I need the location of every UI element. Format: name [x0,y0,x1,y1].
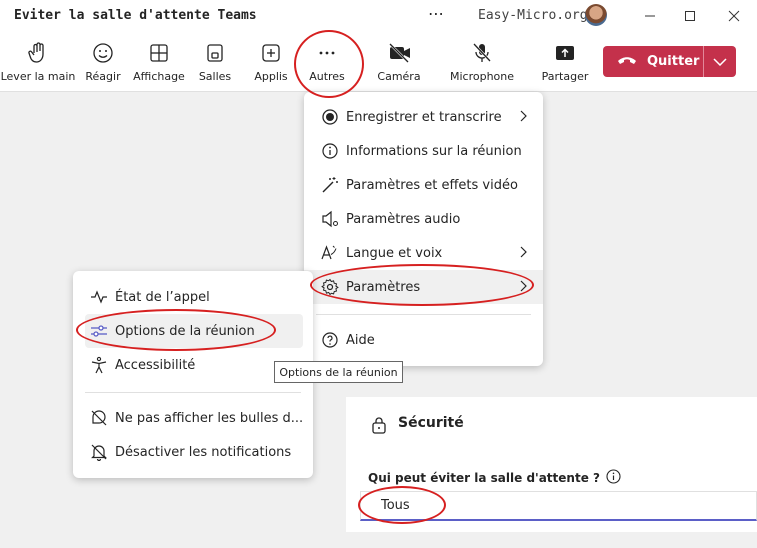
react-label: Réagir [85,70,121,83]
grid-icon [148,42,170,64]
menu-item-label: Désactiver les notifications [115,444,292,460]
more-menu: Enregistrer et transcrire Informations s… [304,92,543,366]
view-label: Affichage [133,70,185,83]
menu-item-label: Paramètres audio [346,211,461,227]
rooms-icon [204,42,226,64]
security-panel: Sécurité Qui peut éviter la salle d'atte… [346,397,757,532]
menu-divider [316,314,531,315]
org-name: Easy-Micro.org [478,8,588,23]
leave-label: Quitter [647,54,700,69]
menu-item-label: Paramètres et effets vidéo [346,177,518,193]
lobby-bypass-selected: Tous [381,498,410,513]
menu-item-video-effects[interactable]: Paramètres et effets vidéo [304,168,543,202]
help-icon [320,330,340,350]
maximize-icon[interactable] [680,6,700,26]
leave-main[interactable]: Quitter [603,46,703,77]
menu-item-label: Options de la réunion [115,323,255,339]
menu-item-meeting-info[interactable]: Informations sur la réunion [304,134,543,168]
camera-off-icon [388,42,410,64]
menu-divider [85,392,301,393]
chevron-right-icon [519,110,527,126]
camera-button[interactable]: Caméra [364,42,434,83]
share-label: Partager [541,70,589,83]
leave-options-chevron-icon[interactable] [704,46,736,77]
microphone-label: Microphone [449,70,515,83]
menu-item-settings[interactable]: Paramètres [304,270,543,304]
chat-off-icon [89,408,109,428]
gear-icon [320,277,340,297]
close-icon[interactable] [724,6,744,26]
chevron-right-icon [519,246,527,262]
magic-wand-icon [320,175,340,195]
bell-off-icon [89,442,109,462]
tooltip: Options de la réunion [274,361,403,383]
lobby-bypass-label: Qui peut éviter la salle d'attente ? [368,469,621,487]
menu-item-label: Paramètres [346,279,421,295]
language-icon [320,243,340,263]
info-icon [320,141,340,161]
menu-item-record[interactable]: Enregistrer et transcrire [304,100,543,134]
menu-item-label: Langue et voix [346,245,443,261]
lock-icon [371,416,387,438]
hand-icon [27,42,49,64]
minimize-icon[interactable] [640,6,660,26]
menu-item-label: Accessibilité [115,357,196,373]
record-icon [320,107,340,127]
raise-hand-label: Lever la main [0,70,76,83]
more-button[interactable]: Autres [292,42,362,83]
menu-item-label: Ne pas afficher les bulles d... [115,410,304,426]
pulse-icon [89,287,109,307]
avatar[interactable] [585,4,607,26]
security-title: Sécurité [398,415,464,431]
speaker-settings-icon [320,209,340,229]
menu-item-label: Enregistrer et transcrire [346,109,502,125]
mic-off-icon [471,42,493,64]
share-button[interactable]: Partager [530,42,600,83]
menu-item-call-health[interactable]: État de l’appel [73,280,313,314]
menu-item-label: Informations sur la réunion [346,143,522,159]
menu-item-label: Aide [346,332,375,348]
share-icon [554,42,576,64]
phone-hangup-icon [617,54,637,70]
smiley-icon [92,42,114,64]
title-bar: Eviter la salle d'attente Teams ⋯ Easy-M… [0,0,757,32]
camera-label: Caméra [377,70,421,83]
window-more-button[interactable]: ⋯ [428,4,445,23]
lobby-bypass-question: Qui peut éviter la salle d'attente ? [368,471,600,485]
more-label: Autres [309,70,345,83]
menu-item-hide-bubbles[interactable]: Ne pas afficher les bulles d... [73,401,313,435]
leave-button[interactable]: Quitter [603,46,736,77]
info-icon[interactable] [606,469,621,487]
sliders-icon [89,321,109,341]
microphone-button[interactable]: Microphone [447,42,517,83]
menu-item-label: État de l’appel [115,289,210,305]
chevron-right-icon [519,280,527,296]
accessibility-icon [89,355,109,375]
more-dots-icon [316,42,338,64]
lobby-bypass-select[interactable]: Tous [360,491,757,521]
menu-item-disable-notifications[interactable]: Désactiver les notifications [73,435,313,469]
menu-item-help[interactable]: Aide [304,323,543,357]
menu-item-meeting-options[interactable]: Options de la réunion [85,314,303,348]
add-app-icon [260,42,282,64]
raise-hand-button[interactable]: Lever la main [0,42,76,83]
window-title: Eviter la salle d'attente Teams [14,8,257,23]
apps-label: Applis [254,70,288,83]
menu-item-language[interactable]: Langue et voix [304,236,543,270]
rooms-label: Salles [198,70,232,83]
menu-item-audio-settings[interactable]: Paramètres audio [304,202,543,236]
